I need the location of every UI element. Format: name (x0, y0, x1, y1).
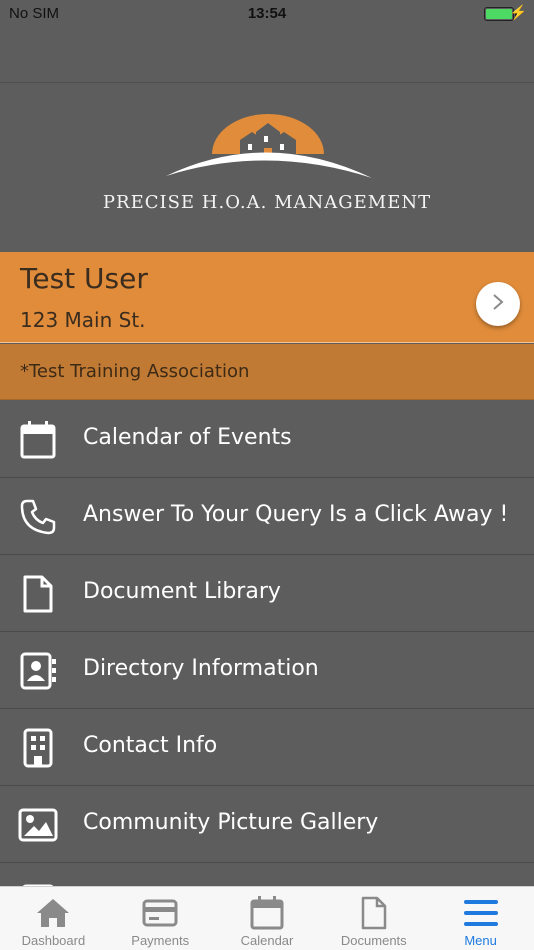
menu-item-directory-information[interactable]: Directory Information (0, 632, 534, 709)
charging-bolt-icon: ⚡ (509, 4, 527, 20)
image-icon (18, 805, 58, 845)
user-name: Test User (20, 262, 148, 295)
association-name: *Test Training Association (20, 361, 250, 382)
tab-documents[interactable]: Documents (320, 887, 427, 950)
tab-label: Menu (464, 933, 497, 948)
menu-list: Calendar of Events Answer To Your Query … (0, 401, 534, 940)
tab-label: Calendar (240, 933, 294, 948)
credit-card-icon (142, 895, 178, 931)
logo-area: PRECISE H.O.A. MANAGEMENT (0, 84, 534, 252)
user-profile-button[interactable] (476, 282, 520, 326)
tab-menu[interactable]: Menu (427, 887, 534, 950)
clock: 13:54 (247, 5, 287, 22)
menu-item-label: Answer To Your Query Is a Click Away ! (83, 502, 509, 527)
tab-calendar[interactable]: Calendar (214, 887, 321, 950)
user-address: 123 Main St. (20, 308, 146, 332)
calendar-icon (18, 420, 58, 460)
menu-icon (463, 895, 499, 931)
menu-item-label: Calendar of Events (83, 425, 292, 450)
navigation-bar (0, 28, 534, 83)
menu-item-label: Community Picture Gallery (83, 810, 379, 835)
tab-label: Documents (340, 933, 407, 948)
association-selector[interactable]: *Test Training Association (0, 344, 534, 400)
phone-icon (18, 497, 58, 537)
contact-card-icon (18, 651, 58, 691)
document-icon (360, 895, 388, 931)
menu-item-label: Contact Info (83, 733, 218, 758)
tab-dashboard[interactable]: Dashboard (0, 887, 107, 950)
status-bar: No SIM 13:54 ⚡ (0, 0, 534, 28)
menu-item-label: Document Library (83, 579, 281, 604)
menu-item-community-picture-gallery[interactable]: Community Picture Gallery (0, 786, 534, 863)
menu-item-answer-query[interactable]: Answer To Your Query Is a Click Away ! (0, 478, 534, 555)
home-icon (35, 895, 71, 931)
document-icon (18, 574, 58, 614)
hoa-logo-icon (166, 114, 372, 178)
menu-item-calendar-of-events[interactable]: Calendar of Events (0, 401, 534, 478)
tab-bar: Dashboard Payments Calendar Documents Me… (0, 886, 534, 950)
menu-item-document-library[interactable]: Document Library (0, 555, 534, 632)
building-icon (18, 728, 58, 768)
tab-label: Dashboard (21, 933, 86, 948)
menu-item-label: Directory Information (83, 656, 319, 681)
calendar-icon (250, 895, 284, 931)
tab-payments[interactable]: Payments (107, 887, 214, 950)
user-card[interactable]: Test User 123 Main St. (0, 252, 534, 343)
tab-label: Payments (131, 933, 190, 948)
menu-item-contact-info[interactable]: Contact Info (0, 709, 534, 786)
company-name: PRECISE H.O.A. MANAGEMENT (102, 192, 432, 213)
chevron-right-icon (491, 292, 505, 317)
